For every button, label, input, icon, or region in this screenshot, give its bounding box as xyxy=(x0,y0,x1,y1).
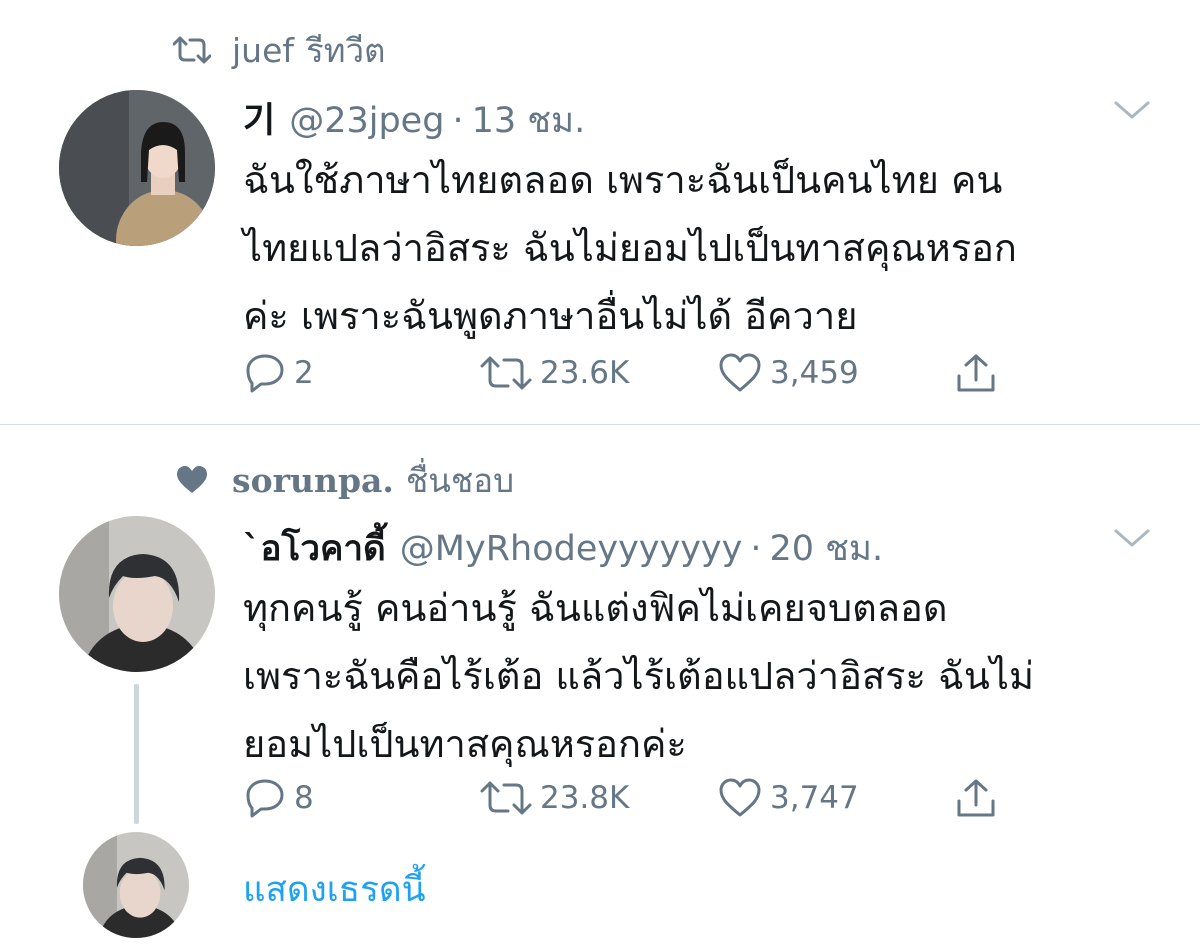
context-action: ชื่นชอบ xyxy=(405,460,515,500)
like-count: 3,459 xyxy=(770,355,859,391)
tweet-header: `อโวคาดี้ @MyRhodeyyyyyyy · 20 ชม. xyxy=(243,521,883,576)
retweet-button[interactable]: 23.6K xyxy=(480,354,629,392)
tweet-actions: 2 23.6K 3,459 xyxy=(244,350,1004,396)
tweet-text-line: ทุกคนรู้ คนอ่านรู้ ฉันแต่งฟิคไม่เคยจบตลอ… xyxy=(243,586,948,630)
reply-icon xyxy=(246,779,284,818)
avatar-small[interactable] xyxy=(83,832,189,938)
avatar[interactable] xyxy=(59,516,215,672)
retweet-count: 23.6K xyxy=(540,355,630,391)
tweet-text: ฉันใช้ภาษาไทยตลอด เพราะฉันเป็นคนไทย คน ไ… xyxy=(243,146,1143,350)
avatar[interactable] xyxy=(59,90,215,246)
retweet-icon xyxy=(480,356,532,390)
reply-count: 2 xyxy=(294,355,314,391)
tweet-actions: 8 23.8K 3,747 xyxy=(244,775,1004,821)
separator-dot: · xyxy=(750,529,762,569)
user-handle[interactable]: @MyRhodeyyyyyyy xyxy=(400,529,743,569)
chevron-down-icon[interactable] xyxy=(1112,523,1152,557)
like-context: sorunpa. ชื่นชอบ xyxy=(172,458,514,502)
tweet-text-line: ไทยแปลว่าอิสระ ฉันไม่ยอมไปเป็นทาสคุณหรอก xyxy=(243,226,1017,270)
reply-icon xyxy=(246,354,284,393)
display-name[interactable]: 기 xyxy=(243,92,275,143)
context-username[interactable]: sorunpa. xyxy=(232,461,394,500)
share-button[interactable] xyxy=(954,777,998,819)
show-thread-link[interactable]: แสดงเธรดนี้ xyxy=(243,862,426,917)
retweet-count: 23.8K xyxy=(540,780,630,816)
retweet-icon xyxy=(480,781,532,815)
reply-count: 8 xyxy=(294,780,314,816)
share-button[interactable] xyxy=(954,352,998,394)
timestamp[interactable]: 20 ชม. xyxy=(770,521,884,576)
retweet-button[interactable]: 23.8K xyxy=(480,779,629,817)
share-icon xyxy=(957,354,995,392)
thread-connector xyxy=(134,684,139,824)
like-button[interactable]: 3,459 xyxy=(718,353,859,393)
heart-filled-icon xyxy=(172,460,212,500)
separator-dot: · xyxy=(452,101,464,141)
tweet-text-line: ค่ะ เพราะฉันพูดภาษาอื่นไม่ได้ อีควาย xyxy=(243,294,858,338)
share-icon xyxy=(957,779,995,817)
tweet-divider xyxy=(0,424,1200,425)
tweet-text-line: เพราะฉันคือไร้เต้อ แล้วไร้เต้อแปลว่าอิสร… xyxy=(243,654,1035,698)
retweet-context: juef รีทวีต xyxy=(172,28,385,72)
heart-icon xyxy=(719,353,761,392)
reply-button[interactable]: 8 xyxy=(244,777,314,819)
like-button[interactable]: 3,747 xyxy=(718,778,859,818)
tweet-text-line: ฉันใช้ภาษาไทยตลอด เพราะฉันเป็นคนไทย คน xyxy=(243,158,1003,202)
tweet-header: 기 @23jpeg · 13 ชม. xyxy=(243,92,585,148)
tweet-text: ทุกคนรู้ คนอ่านรู้ ฉันแต่งฟิคไม่เคยจบตลอ… xyxy=(243,574,1143,778)
heart-icon xyxy=(719,778,761,817)
context-action: รีทวีต xyxy=(306,30,386,70)
tweet-text-line: ยอมไปเป็นทาสคุณหรอกค่ะ xyxy=(243,722,687,766)
chevron-down-icon[interactable] xyxy=(1112,95,1152,129)
retweet-icon xyxy=(172,30,212,70)
user-handle[interactable]: @23jpeg xyxy=(289,101,444,141)
timestamp[interactable]: 13 ชม. xyxy=(472,93,586,148)
context-username[interactable]: juef xyxy=(232,31,294,70)
reply-button[interactable]: 2 xyxy=(244,352,314,394)
like-count: 3,747 xyxy=(770,780,859,816)
display-name[interactable]: `อโวคาดี้ xyxy=(243,521,386,576)
